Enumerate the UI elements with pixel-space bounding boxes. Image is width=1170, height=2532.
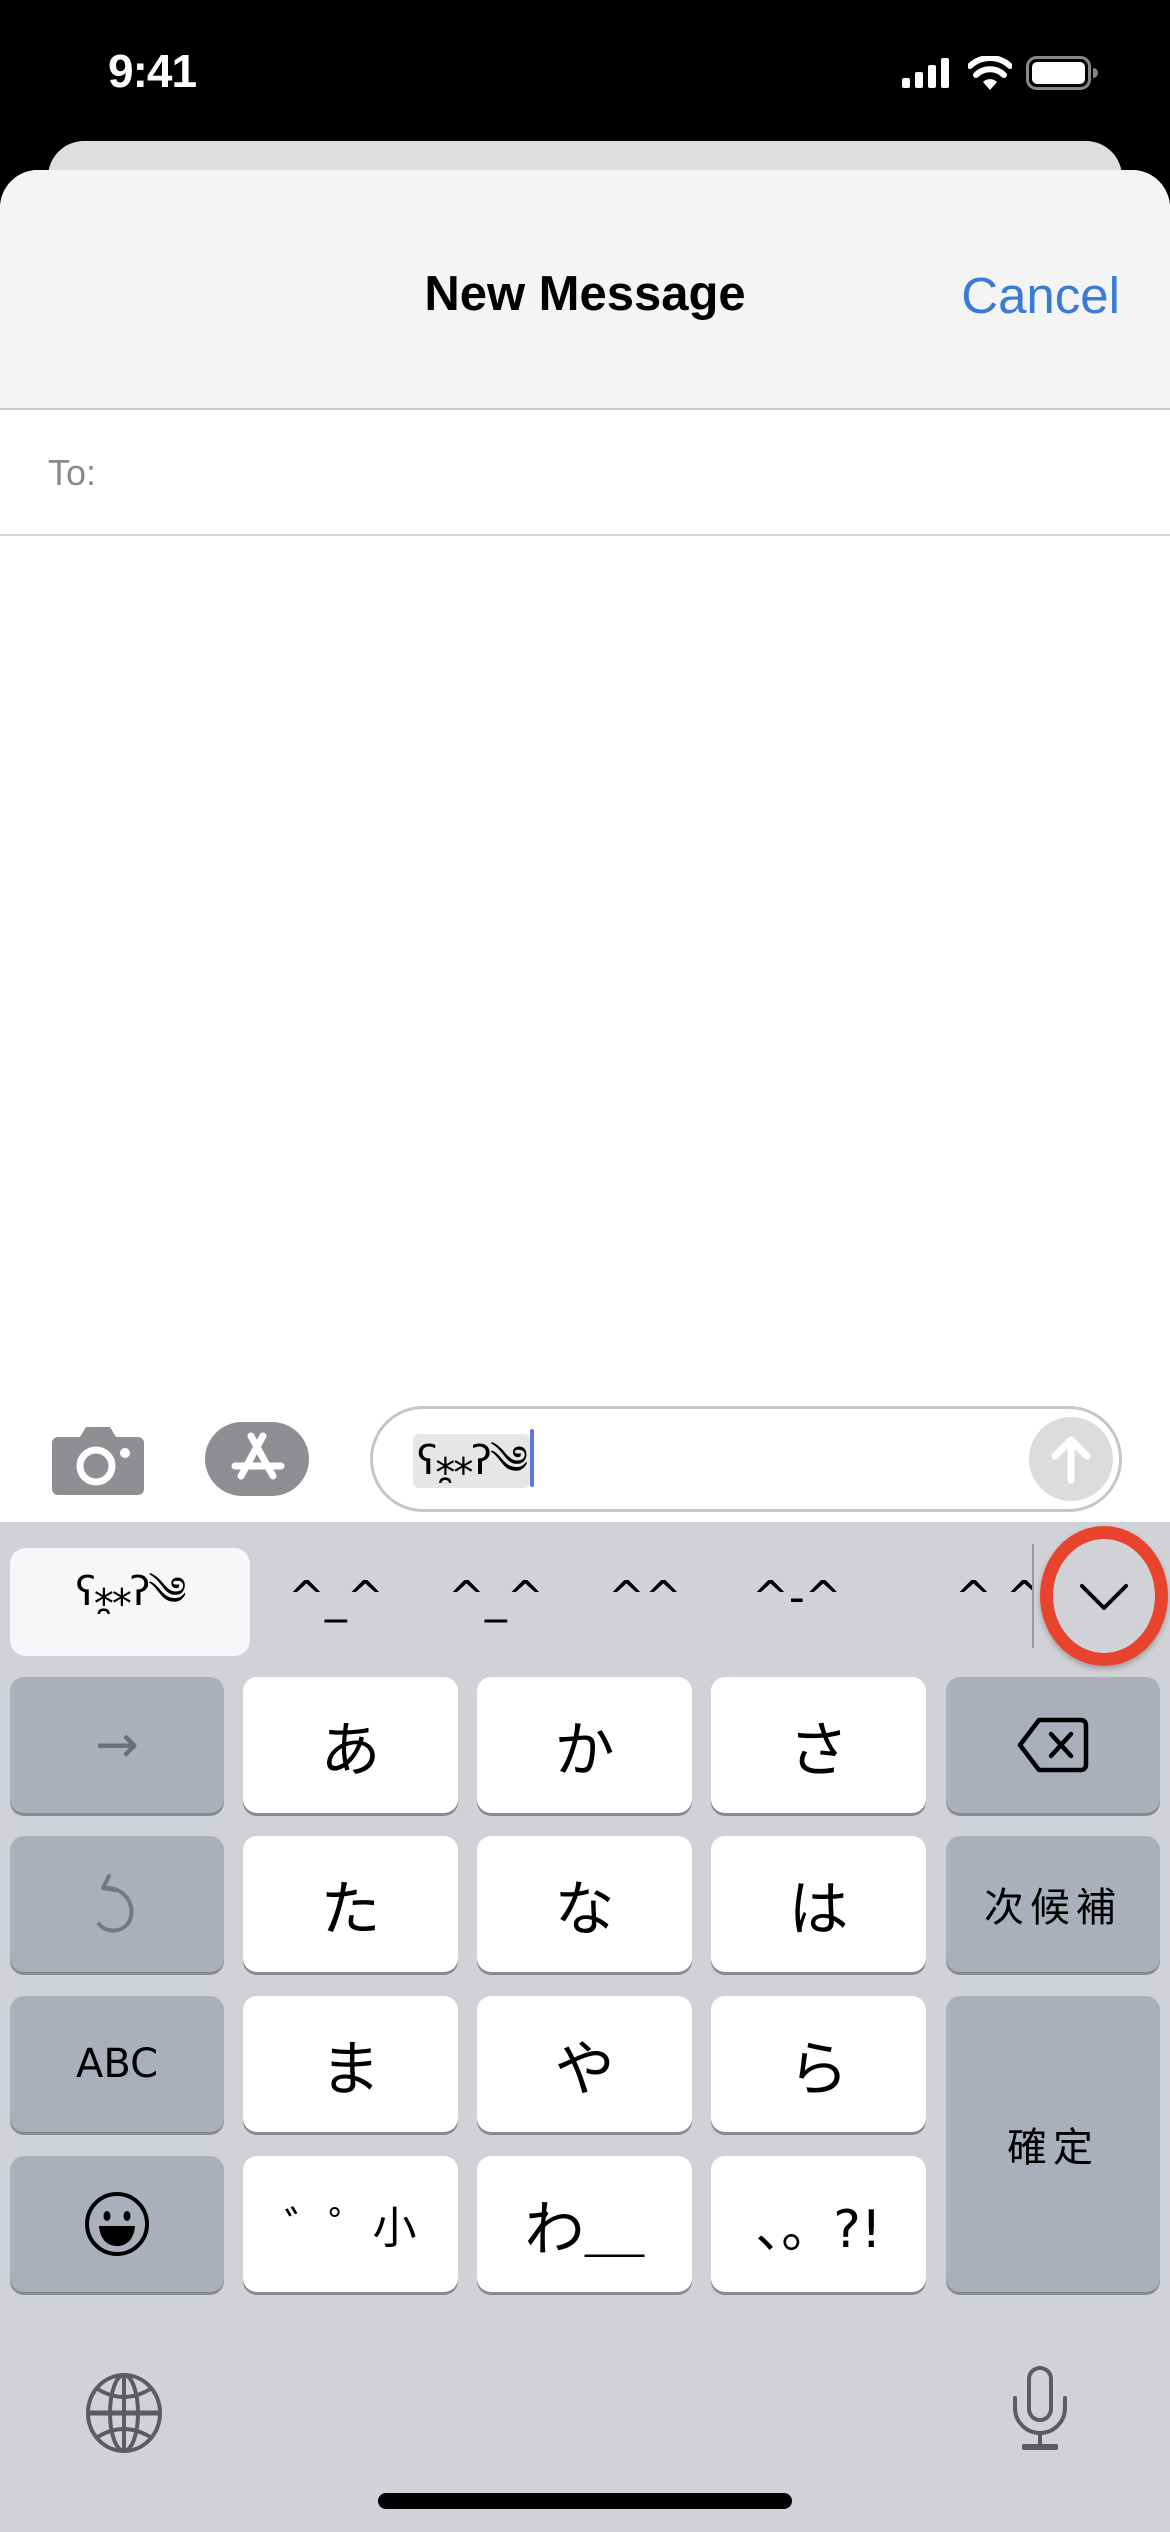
- key-label: か: [554, 1715, 615, 1786]
- kana-key-ra[interactable]: ら: [711, 1996, 926, 2132]
- camera-button[interactable]: [52, 1423, 144, 1495]
- delete-key[interactable]: [946, 1677, 1160, 1813]
- key-label: な: [554, 1874, 615, 1945]
- undo-key[interactable]: [10, 1836, 224, 1972]
- recipient-row: To:: [0, 412, 1170, 536]
- kana-key-ha[interactable]: は: [711, 1836, 926, 1972]
- kana-key-ya[interactable]: や: [477, 1996, 692, 2132]
- key-label: ら: [788, 2034, 849, 2105]
- emoji-key[interactable]: [10, 2156, 224, 2292]
- status-icons: [902, 56, 1098, 90]
- punctuation-key[interactable]: 、。?!: [711, 2156, 926, 2292]
- japanese-kana-keyboard: ʕ⁎̯⁎ʔ༄ ^_^ ^_^ ^^ ^-^ ^ ^ → あ か さ た な は …: [0, 1522, 1170, 2532]
- key-label: あ: [320, 1715, 381, 1786]
- send-button[interactable]: [1029, 1417, 1113, 1501]
- kana-key-na[interactable]: な: [477, 1836, 692, 1972]
- wifi-icon: [968, 56, 1012, 90]
- candidate-item[interactable]: ^ ^: [955, 1572, 1033, 1623]
- to-label: To:: [48, 452, 97, 493]
- candidate-strip: ʕ⁎̯⁎ʔ༄ ^_^ ^_^ ^^ ^-^ ^ ^: [0, 1522, 1170, 1666]
- candidate-item[interactable]: ^_^: [288, 1572, 384, 1623]
- candidate-item[interactable]: ^^: [608, 1572, 682, 1623]
- apps-button[interactable]: [205, 1421, 320, 1497]
- abc-key[interactable]: ABC: [10, 1996, 224, 2132]
- key-label: 、。?!: [755, 2199, 882, 2260]
- recipient-input[interactable]: [120, 434, 1120, 514]
- confirm-key[interactable]: 確定: [946, 1996, 1160, 2292]
- next-candidate-key[interactable]: 次候補: [946, 1836, 1160, 1972]
- key-label: た: [320, 1874, 381, 1945]
- kana-key-sa[interactable]: さ: [711, 1677, 926, 1813]
- chevron-down-icon: [1080, 1584, 1128, 1610]
- status-bar: 9:41: [0, 0, 1170, 140]
- key-label: ゛゜小: [284, 2203, 417, 2254]
- globe-icon: [86, 2373, 162, 2453]
- kana-key-ma[interactable]: ま: [243, 1996, 458, 2132]
- kana-key-ta[interactable]: た: [243, 1836, 458, 1972]
- cancel-button[interactable]: Cancel: [961, 266, 1120, 325]
- camera-icon: [52, 1427, 144, 1495]
- microphone-icon: [1013, 2366, 1067, 2450]
- key-label: 次候補: [984, 1885, 1122, 1931]
- battery-icon: [1026, 56, 1098, 90]
- key-label: さ: [788, 1715, 849, 1786]
- arrow-up-icon: [1051, 1436, 1091, 1484]
- kana-key-ka[interactable]: か: [477, 1677, 692, 1813]
- candidate-item[interactable]: ^-^: [752, 1572, 842, 1623]
- key-label: ABC: [75, 2041, 159, 2087]
- candidate-selected[interactable]: ʕ⁎̯⁎ʔ༄: [10, 1548, 250, 1656]
- candidate-item[interactable]: ^_^: [448, 1572, 544, 1623]
- status-time: 9:41: [108, 45, 197, 97]
- signal-icon: [902, 58, 949, 88]
- app-store-icon: [205, 1421, 309, 1497]
- arrow-right-icon: →: [95, 1715, 139, 1775]
- message-text: ʕ⁎̯⁎ʔ༄: [413, 1434, 531, 1488]
- text-caret: [530, 1429, 534, 1487]
- key-label: わ＿: [524, 2194, 645, 2265]
- next-char-key[interactable]: →: [10, 1677, 224, 1813]
- key-label: 確定: [1007, 2125, 1099, 2171]
- key-label: や: [554, 2034, 615, 2105]
- globe-button[interactable]: [84, 2372, 164, 2459]
- expand-candidates-button[interactable]: [1044, 1542, 1164, 1652]
- message-input[interactable]: ʕ⁎̯⁎ʔ༄: [370, 1406, 1122, 1512]
- kana-key-wa[interactable]: わ＿: [477, 2156, 692, 2292]
- nav-bar: New Message Cancel: [0, 170, 1170, 410]
- home-indicator[interactable]: [378, 2493, 792, 2509]
- emoji-icon: [85, 2192, 149, 2256]
- dakuten-key[interactable]: ゛゜小: [243, 2156, 458, 2292]
- undo-icon: [97, 1874, 134, 1933]
- kana-key-a[interactable]: あ: [243, 1677, 458, 1813]
- candidate-divider: [1032, 1544, 1034, 1648]
- key-label: ま: [320, 2034, 381, 2105]
- key-label: は: [788, 1874, 849, 1945]
- delete-icon: [1017, 1717, 1089, 1773]
- dictation-button[interactable]: [1010, 2366, 1070, 2457]
